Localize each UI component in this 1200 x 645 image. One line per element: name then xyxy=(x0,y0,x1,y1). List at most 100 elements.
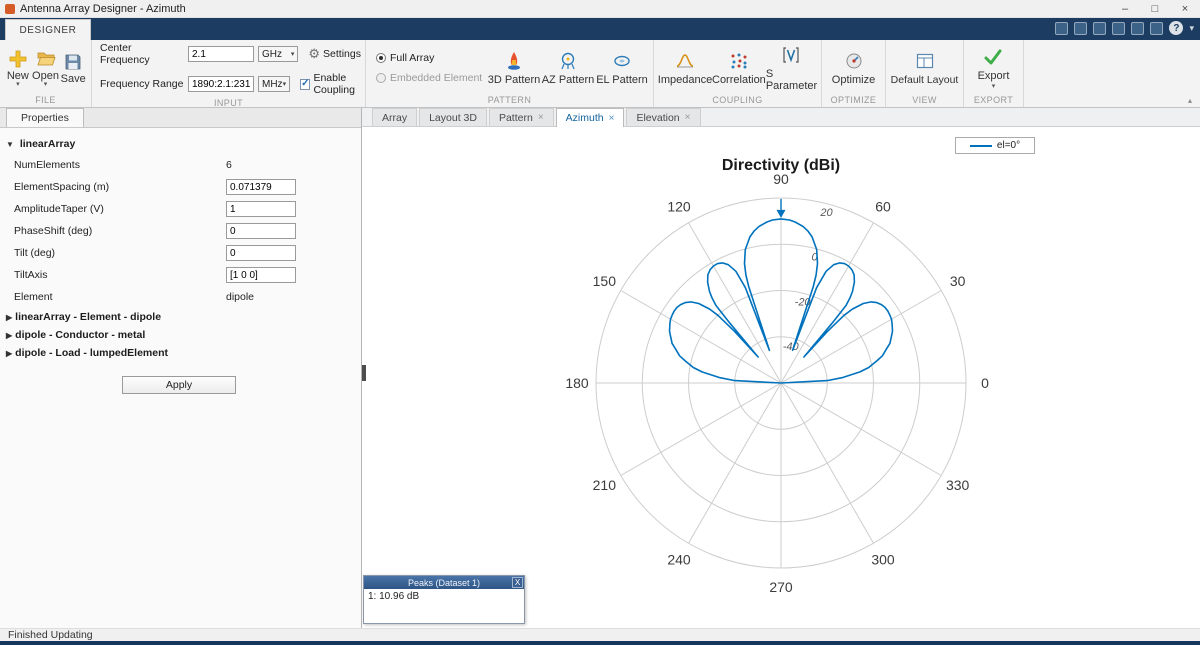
property-group-header[interactable]: ▶ dipole - Conductor - metal xyxy=(0,326,361,344)
window-title: Antenna Array Designer - Azimuth xyxy=(20,2,186,15)
frequency-range-input[interactable] xyxy=(188,76,254,92)
chevron-down-icon: ▾ xyxy=(290,51,295,58)
doc-tab-pattern[interactable]: Pattern × xyxy=(488,108,554,126)
correlation-label: Correlation xyxy=(712,73,766,86)
new-button[interactable]: New ▾ xyxy=(4,48,32,88)
doc-tab-array[interactable]: Array xyxy=(372,108,418,126)
beam-3d-icon xyxy=(504,50,524,72)
toolbar-section-optimize: Optimize OPTIMIZE xyxy=(822,40,886,107)
pattern-3d-button[interactable]: 3D Pattern xyxy=(487,50,541,86)
close-icon[interactable]: × xyxy=(685,112,691,123)
doc-tab-label: Azimuth xyxy=(565,112,604,124)
peak-entry: 1: 10.96 dB xyxy=(368,591,420,602)
correlation-dots-icon xyxy=(729,50,749,72)
panel-tab-bar: Properties xyxy=(0,108,361,128)
az-pattern-button[interactable]: AZ Pattern xyxy=(541,50,595,86)
property-input-tiltaxis[interactable] xyxy=(226,267,296,283)
property-group-lineararray[interactable]: ▼ linearArray xyxy=(0,134,361,154)
el-pattern-button[interactable]: EL Pattern xyxy=(595,50,649,86)
property-group-label: linearArray - Element - dipole xyxy=(15,311,162,323)
export-check-icon xyxy=(983,46,1003,68)
property-row: AmplitudeTaper (V) xyxy=(0,198,361,220)
frequency-range-unit-select[interactable]: MHz ▾ xyxy=(258,76,291,92)
optimize-button[interactable]: Optimize xyxy=(832,50,875,86)
layout-grid-icon xyxy=(915,50,935,72)
peaks-panel-title: Peaks (Dataset 1) xyxy=(407,577,481,588)
settings-button[interactable]: ⚙ Settings xyxy=(308,46,361,62)
tab-properties[interactable]: Properties xyxy=(6,108,84,127)
ribbon-tab-designer[interactable]: DESIGNER xyxy=(5,19,91,40)
section-label-file: FILE xyxy=(35,95,56,105)
property-group-label: dipole - Load - lumpedElement xyxy=(15,347,168,359)
section-label-view: VIEW xyxy=(912,95,937,105)
save-button[interactable]: Save xyxy=(59,51,87,85)
help-icon[interactable]: ? xyxy=(1169,21,1184,35)
property-group-label: linearArray xyxy=(19,138,76,150)
impedance-button[interactable]: Impedance xyxy=(658,50,712,86)
property-input-amplitudetaper-v-[interactable] xyxy=(226,201,296,217)
embedded-element-radio[interactable]: Embedded Element xyxy=(376,72,487,84)
angle-tick-label: 0 xyxy=(981,375,989,391)
property-value: dipole xyxy=(226,291,255,303)
property-input-tilt-deg-[interactable] xyxy=(226,245,296,261)
peaks-panel-header[interactable]: Peaks (Dataset 1) X xyxy=(364,576,524,589)
property-label: Element xyxy=(14,291,53,303)
azimuth-bulb-icon xyxy=(558,50,578,72)
doc-tab-layout-3d[interactable]: Layout 3D xyxy=(419,108,487,126)
export-button[interactable]: Export ▾ xyxy=(978,46,1009,90)
default-layout-button[interactable]: Default Layout xyxy=(891,50,958,86)
close-icon[interactable]: × xyxy=(609,113,615,124)
quick-copy-icon[interactable] xyxy=(1093,21,1107,35)
correlation-button[interactable]: Correlation xyxy=(712,50,766,86)
s-parameter-matrix-icon xyxy=(781,44,801,66)
peaks-panel-body: 1: 10.96 dB xyxy=(364,589,524,623)
app-window: Antenna Array Designer - Azimuth – □ × D… xyxy=(0,0,1200,645)
s-parameter-label: S Parameter xyxy=(765,67,818,92)
quick-redo-icon[interactable] xyxy=(1150,21,1164,35)
doc-tab-elevation[interactable]: Elevation × xyxy=(626,108,701,126)
property-group-header[interactable]: ▶ dipole - Load - lumpedElement xyxy=(0,344,361,362)
property-label: TiltAxis xyxy=(14,269,48,281)
chevron-down-icon: ▾ xyxy=(282,81,287,88)
s-parameter-button[interactable]: S Parameter xyxy=(766,44,817,92)
toolbar-section-export: Export ▾ EXPORT xyxy=(964,40,1024,107)
maximize-button[interactable]: □ xyxy=(1140,0,1170,17)
property-row: TiltAxis xyxy=(0,264,361,286)
quick-paste-icon[interactable] xyxy=(1112,21,1126,35)
full-array-radio[interactable]: Full Array xyxy=(376,52,487,64)
property-input-phaseshift-deg-[interactable] xyxy=(226,223,296,239)
minimize-button[interactable]: – xyxy=(1110,0,1140,17)
collapse-ribbon-icon[interactable]: ▴ xyxy=(1188,96,1192,105)
close-button[interactable]: × xyxy=(1170,0,1200,17)
chevron-down-icon: ▾ xyxy=(43,80,48,88)
property-group-header[interactable]: ▶ linearArray - Element - dipole xyxy=(0,308,361,326)
quick-cut-icon[interactable] xyxy=(1074,21,1088,35)
peaks-panel[interactable]: Peaks (Dataset 1) X 1: 10.96 dB xyxy=(363,575,525,624)
frequency-range-label: Frequency Range xyxy=(100,78,184,90)
property-row: Tilt (deg) xyxy=(0,242,361,264)
quick-save-icon[interactable] xyxy=(1055,21,1069,35)
center-frequency-unit-select[interactable]: GHz ▾ xyxy=(258,46,299,62)
save-floppy-icon xyxy=(63,51,83,73)
property-input-elementspacing-m-[interactable] xyxy=(226,179,296,195)
peak-marker-arrow[interactable] xyxy=(776,209,786,218)
property-label: PhaseShift (deg) xyxy=(14,225,93,237)
polar-plot: 0306090120150180210240270300330200-20-40 xyxy=(565,171,989,595)
doc-tab-azimuth[interactable]: Azimuth × xyxy=(555,108,625,127)
enable-coupling-checkbox[interactable]: ✓ Enable Coupling xyxy=(300,72,361,96)
azimuth-plot-area: Directivity (dBi) el=0° 0 30 60 90 120 150 180… xyxy=(362,127,1200,628)
radio-unselected-icon xyxy=(376,72,386,83)
center-frequency-input[interactable] xyxy=(188,46,254,62)
toolbar-section-coupling: Impedance Correlation S Parameter COUPLI… xyxy=(654,40,822,107)
property-label: Tilt (deg) xyxy=(14,247,56,259)
triangle-right-icon: ▶ xyxy=(6,313,13,322)
close-icon[interactable]: X xyxy=(512,577,523,588)
chevron-down-icon[interactable]: ▾ xyxy=(1189,23,1194,34)
apply-button[interactable]: Apply xyxy=(122,376,236,394)
toolbar-filler xyxy=(1024,40,1200,107)
close-icon[interactable]: × xyxy=(538,112,544,123)
angle-tick-label: 210 xyxy=(593,477,617,493)
quick-undo-icon[interactable] xyxy=(1131,21,1145,35)
section-label-optimize: OPTIMIZE xyxy=(830,95,877,105)
open-button[interactable]: Open ▾ xyxy=(32,48,60,88)
